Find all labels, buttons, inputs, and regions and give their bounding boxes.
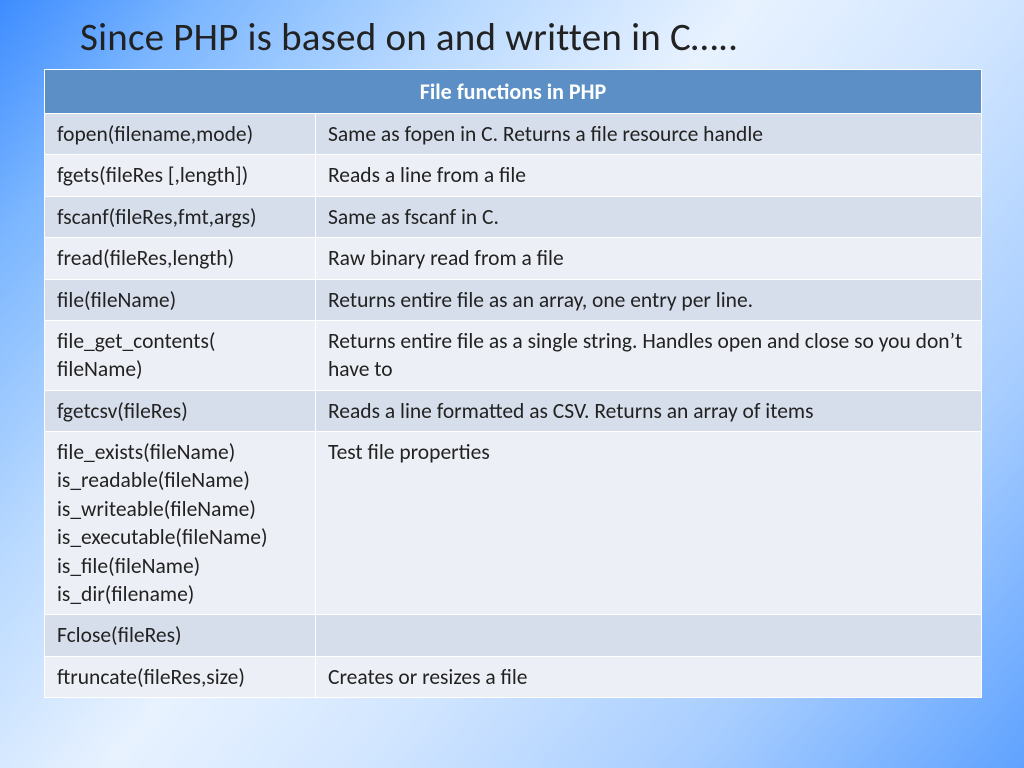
func-desc: Same as fopen in C. Returns a file resou… [316, 114, 982, 155]
slide: Since PHP is based on and written in C….… [0, 0, 1024, 768]
table-row: fgetcsv(fileRes)Reads a line formatted a… [45, 390, 982, 431]
func-desc: Same as fscanf in C. [316, 196, 982, 237]
func-name: fscanf(fileRes,fmt,args) [45, 196, 316, 237]
table-row: ftruncate(fileRes,size)Creates or resize… [45, 656, 982, 697]
table-row: fgets(fileRes [,length])Reads a line fro… [45, 155, 982, 196]
func-desc: Reads a line formatted as CSV. Returns a… [316, 390, 982, 431]
func-name: fgets(fileRes [,length]) [45, 155, 316, 196]
table-row: file(fileName)Returns entire file as an … [45, 279, 982, 320]
func-desc: Test file properties [316, 432, 982, 615]
table-row: file_get_contents( fileName)Returns enti… [45, 320, 982, 390]
func-name: ftruncate(fileRes,size) [45, 656, 316, 697]
table-row: fread(fileRes,length)Raw binary read fro… [45, 238, 982, 279]
func-desc: Returns entire file as a single string. … [316, 320, 982, 390]
func-name: fgetcsv(fileRes) [45, 390, 316, 431]
func-desc: Reads a line from a file [316, 155, 982, 196]
func-desc: Raw binary read from a file [316, 238, 982, 279]
table-row: file_exists(fileName) is_readable(fileNa… [45, 432, 982, 615]
func-desc [316, 615, 982, 656]
file-functions-table: File functions in PHP fopen(filename,mod… [44, 69, 982, 698]
func-name: file_get_contents( fileName) [45, 320, 316, 390]
func-desc: Creates or resizes a file [316, 656, 982, 697]
func-desc: Returns entire file as an array, one ent… [316, 279, 982, 320]
table-row: Fclose(fileRes) [45, 615, 982, 656]
slide-title: Since PHP is based on and written in C….… [80, 14, 1024, 61]
table-header: File functions in PHP [45, 70, 982, 114]
table-row: fscanf(fileRes,fmt,args)Same as fscanf i… [45, 196, 982, 237]
func-name: fopen(filename,mode) [45, 114, 316, 155]
func-name: file(fileName) [45, 279, 316, 320]
func-name: file_exists(fileName) is_readable(fileNa… [45, 432, 316, 615]
func-name: fread(fileRes,length) [45, 238, 316, 279]
table-row: fopen(filename,mode)Same as fopen in C. … [45, 114, 982, 155]
func-name: Fclose(fileRes) [45, 615, 316, 656]
